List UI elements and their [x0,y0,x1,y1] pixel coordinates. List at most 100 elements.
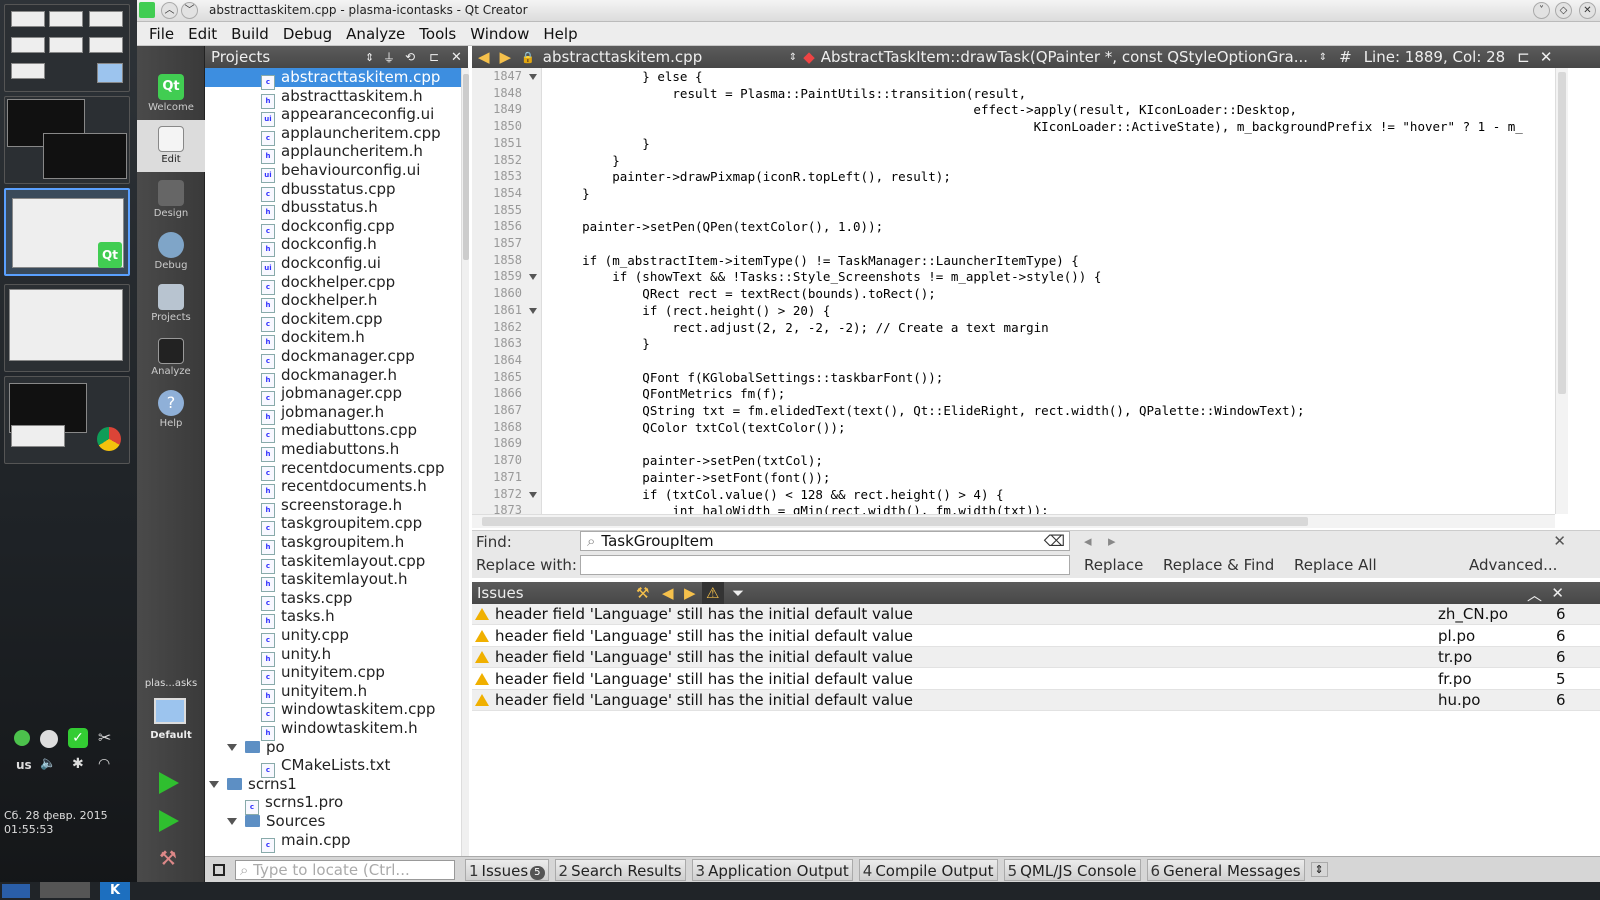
show-desktop-icon[interactable] [2,884,30,898]
file-item[interactable]: c dbusstatus.cpp [205,180,461,202]
split-editor-icon[interactable]: ⊏ [1517,48,1530,66]
replace-find-button[interactable]: Replace & Find [1163,556,1274,574]
file-item[interactable]: c windowtaskitem.cpp [205,700,461,723]
issue-row[interactable]: header field 'Language' still has the in… [472,625,1600,647]
file-item[interactable]: h taskgroupitem.h [205,533,461,555]
code-line[interactable]: } else { [552,68,702,85]
code-line[interactable]: painter->setPen(QPen(textColor(), 1.0)); [552,218,883,235]
run-icon[interactable] [159,772,179,794]
replace-button[interactable]: Replace [1084,556,1143,574]
search-icon[interactable]: ⌕ [587,532,595,550]
file-item[interactable]: ui dockconfig.ui [205,254,461,276]
code-line[interactable]: painter->setPen(txtCol); [552,452,823,469]
output-tab-1[interactable]: 1 Issues 5 [465,858,549,881]
file-item[interactable]: c taskgroupitem.cpp [205,514,461,537]
code-line[interactable]: QRect rect = textRect(bounds).toRect(); [552,285,936,302]
mode-design[interactable]: Design [137,174,205,226]
code-line[interactable]: QFontMetrics fm(f); [552,385,785,402]
output-tab-2[interactable]: 2 Search Results [554,858,686,881]
code-editor[interactable]: 1847 1848 1849 1850 1851 1852 1853 1854 1855 1856… [472,68,1555,514]
menu-help[interactable]: Help [543,25,577,43]
file-item[interactable]: h dbusstatus.h [205,198,461,221]
file-item[interactable]: c dockhelper.cpp [205,273,461,295]
file-item[interactable]: h dockmanager.h [205,366,461,388]
close-editor-icon[interactable]: ✕ [1540,48,1553,66]
file-item[interactable]: h unityitem.h [205,682,461,704]
output-tab-5[interactable]: 5 QML/JS Console [1003,858,1141,881]
filter-icon[interactable]: ⏚ [383,49,395,66]
file-item[interactable]: h abstracttaskitem.h [205,87,461,109]
mode-edit[interactable]: Edit [137,120,205,172]
menu-edit[interactable]: Edit [188,25,217,43]
menu-build[interactable]: Build [231,25,269,43]
wifi-icon[interactable]: ◠ [98,756,110,772]
code-line[interactable]: painter->setFont(font()); [552,469,830,486]
issue-row[interactable]: header field 'Language' still has the in… [472,668,1600,690]
clock-date[interactable]: Сб. 28 февр. 2015 [4,809,108,822]
find-previous-icon[interactable]: ◂ [1084,532,1092,550]
file-item[interactable]: c taskitemlayout.cpp [205,552,461,574]
expand-arrow-icon[interactable] [227,818,237,825]
file-item[interactable]: c main.cpp [205,831,351,853]
find-next-icon[interactable]: ▸ [1108,532,1116,550]
back-icon[interactable]: ◀ [478,48,490,66]
output-tab-3[interactable]: 3 Application Output [691,858,853,881]
virtual-desktop-5[interactable] [4,376,130,464]
symbol-select[interactable]: AbstractTaskItem::drawTask(QPainter *, c… [821,48,1319,66]
menu-debug[interactable]: Debug [283,25,332,43]
update-icon[interactable] [40,730,58,748]
file-item[interactable]: c tasks.cpp [205,589,461,611]
symbol-select-arrow-icon[interactable]: ⇕ [1319,52,1327,63]
mode-projects[interactable]: Projects [137,278,205,330]
pager-widget[interactable] [40,882,90,898]
mode-help[interactable]: ? Help [137,384,205,436]
file-item[interactable]: h tasks.h [205,607,461,630]
document-select-arrow-icon[interactable]: ⇕ [789,52,797,63]
replace-input[interactable] [580,555,1070,575]
editor-horizontal-scrollbar[interactable] [472,514,1555,528]
code-line[interactable]: KIconLoader::ActiveState), m_backgroundP… [552,118,1523,135]
check-icon[interactable]: ✓ [68,728,88,748]
virtual-desktop-2[interactable] [4,96,130,184]
mode-analyze[interactable]: Analyze [137,332,205,384]
mode-debug[interactable]: Debug [137,226,205,278]
maximize-button[interactable]: ◇ [1555,2,1572,19]
close-panel-icon[interactable]: ✕ [451,50,462,65]
code-line[interactable]: QColor txtCol(textColor()); [552,419,845,436]
file-item[interactable]: h mediabuttons.h [205,440,461,462]
close-find-icon[interactable]: ✕ [1553,532,1566,550]
file-item[interactable]: h recentdocuments.h [205,477,461,500]
file-item[interactable]: h screenstorage.h [205,496,461,518]
more-tabs-icon[interactable]: ⇕ [1310,862,1328,877]
next-issue-icon[interactable]: ▶ [684,584,696,602]
virtual-desktop-1[interactable] [4,4,130,92]
scissors-icon[interactable]: ✂ [98,728,111,747]
locator-input[interactable]: ⌕ Type to locate (Ctrl... [235,859,455,880]
replace-all-button[interactable]: Replace All [1294,556,1377,574]
file-item[interactable]: c dockitem.cpp [205,310,461,332]
view-select-arrow-icon[interactable]: ⇕ [365,51,374,64]
menu-tools[interactable]: Tools [419,25,456,43]
previous-issue-icon[interactable]: ◀ [662,584,674,602]
code-line[interactable]: if (txtCol.value() < 128 && rect.height(… [552,486,1003,503]
bluetooth-icon[interactable]: ✱ [72,756,84,772]
code-line[interactable]: } [552,185,590,202]
fold-marker-icon[interactable] [529,307,537,314]
file-item[interactable]: h dockitem.h [205,328,461,351]
kde-menu-icon[interactable]: K [100,882,130,900]
virtual-desktop-4[interactable] [4,284,130,372]
file-item[interactable]: h applauncheritem.h [205,142,461,165]
code-line[interactable]: rect.adjust(2, 2, -2, -2); // Create a t… [552,319,1048,336]
file-item[interactable]: c scrns1.pro [205,793,343,816]
fold-marker-icon[interactable] [529,274,537,281]
find-input[interactable]: ⌕ TaskGroupItem ⌫ [580,531,1070,551]
editor-vertical-scrollbar[interactable] [1555,68,1568,514]
code-line[interactable]: result = Plasma::PaintUtils::transition(… [552,85,1026,102]
app-icon[interactable] [139,2,155,18]
forward-icon[interactable]: ▶ [500,48,512,66]
project-tree-scrollbar[interactable] [461,68,469,856]
keyboard-layout[interactable]: us [16,758,32,772]
code-line[interactable]: painter->drawPixmap(iconR.topLeft(), res… [552,168,951,185]
folder-item-sources[interactable]: Sources [205,812,325,831]
split-icon[interactable]: ⊏ [429,50,439,64]
